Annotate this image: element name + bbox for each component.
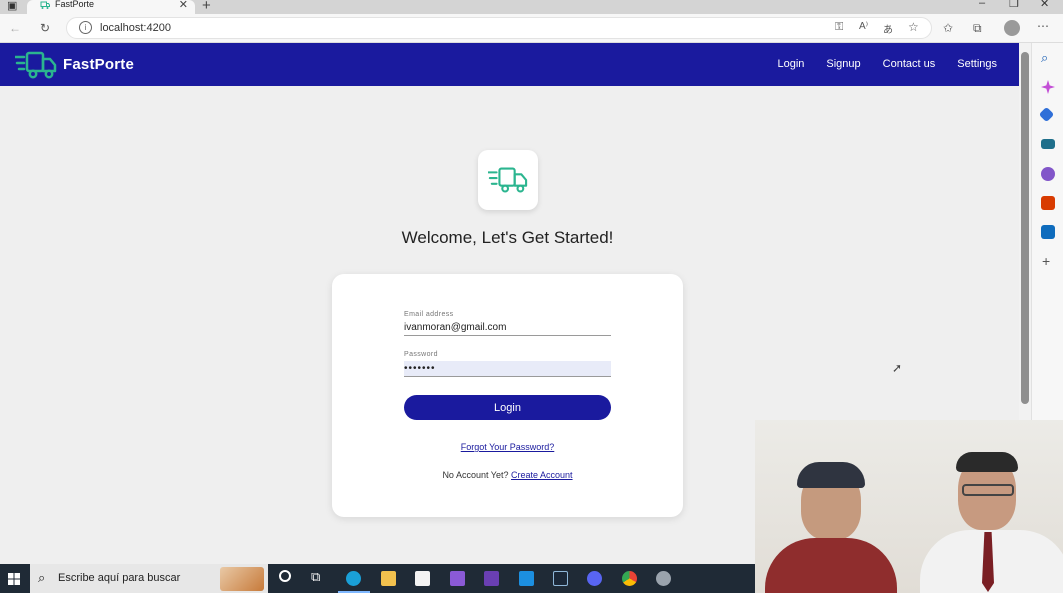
- search-icon[interactable]: ⌕: [1041, 50, 1048, 66]
- shopping-tag-icon[interactable]: [1038, 106, 1055, 123]
- nav-settings-link[interactable]: Settings: [957, 58, 997, 70]
- games-icon[interactable]: [1041, 167, 1055, 181]
- welcome-heading: Welcome, Let's Get Started!: [401, 228, 614, 247]
- browser-tab[interactable]: FastPorte ✕: [27, 0, 195, 14]
- mouse-cursor-icon: ➚: [892, 361, 903, 375]
- brand-name[interactable]: FastPorte: [63, 56, 134, 73]
- truck-favicon-icon: [38, 1, 50, 12]
- taskbar-search[interactable]: ⌕ Escribe aquí para buscar: [30, 564, 268, 593]
- tools-icon[interactable]: [1041, 139, 1055, 149]
- webcam-overlay: [755, 420, 1063, 593]
- back-icon[interactable]: ←: [9, 21, 21, 35]
- close-tab-icon[interactable]: ✕: [179, 0, 188, 11]
- create-account-link[interactable]: Create Account: [511, 470, 573, 480]
- no-account-row: No Account Yet? Create Account: [332, 470, 683, 480]
- truck-logo-icon[interactable]: [13, 50, 57, 85]
- site-info-icon[interactable]: i: [79, 21, 92, 34]
- url-text[interactable]: localhost:4200: [100, 22, 171, 34]
- address-toolbar: ← ↻ i localhost:4200 ⚿ A⁾ あ ☆ ✩ ⧉ ⋯: [0, 14, 1063, 43]
- cortana-icon[interactable]: [279, 570, 291, 582]
- search-icon: ⌕: [38, 570, 46, 585]
- login-card: Email address Password Login Forgot Your…: [332, 274, 683, 517]
- store-icon[interactable]: [415, 571, 430, 586]
- password-field[interactable]: [404, 361, 611, 377]
- truck-hero-icon: [486, 164, 528, 201]
- visual-studio-icon[interactable]: [450, 571, 465, 586]
- refresh-icon[interactable]: ↻: [40, 21, 50, 35]
- taskbar-search-placeholder: Escribe aquí para buscar: [58, 572, 181, 584]
- nav-signup-link[interactable]: Signup: [826, 58, 860, 70]
- edge-taskbar-icon[interactable]: [346, 571, 361, 586]
- nav-login-link[interactable]: Login: [777, 58, 804, 70]
- email-label: Email address: [404, 311, 454, 318]
- key-icon[interactable]: ⚿: [835, 21, 843, 34]
- visual-studio-2-icon[interactable]: [484, 571, 499, 586]
- discord-icon[interactable]: [587, 571, 602, 586]
- password-label: Password: [404, 351, 438, 358]
- task-view-icon[interactable]: ⧉: [311, 569, 320, 585]
- windows-start-icon[interactable]: [8, 572, 20, 590]
- nav-links: Login Signup Contact us Settings: [755, 58, 997, 70]
- translate-icon[interactable]: あ: [883, 21, 893, 36]
- favorite-star-icon[interactable]: ☆: [908, 20, 919, 34]
- forgot-password-link[interactable]: Forgot Your Password?: [332, 442, 683, 452]
- add-sidebar-app-icon[interactable]: +: [1042, 253, 1050, 269]
- search-highlight-image: [220, 567, 264, 591]
- profile-avatar[interactable]: [1004, 20, 1020, 36]
- collections-icon[interactable]: ⧉: [973, 21, 982, 36]
- obs-icon[interactable]: [656, 571, 671, 586]
- windows-taskbar: ⌕ Escribe aquí para buscar ⧉: [0, 564, 755, 593]
- office-icon[interactable]: [1041, 196, 1055, 210]
- vscode-icon[interactable]: [519, 571, 534, 586]
- outlook-icon[interactable]: [1041, 225, 1055, 239]
- favorites-icon[interactable]: ✩: [943, 21, 953, 35]
- file-explorer-icon[interactable]: [381, 571, 396, 586]
- webcam-person-right: [920, 450, 1063, 593]
- restore-icon[interactable]: ❐: [1009, 0, 1019, 10]
- login-button[interactable]: Login: [404, 395, 611, 420]
- no-account-text: No Account Yet?: [442, 470, 509, 480]
- steam-icon[interactable]: [553, 571, 568, 586]
- close-window-icon[interactable]: ✕: [1040, 0, 1049, 10]
- workspaces-icon[interactable]: ▣: [7, 0, 17, 12]
- browser-tab-bar: ▣ FastPorte ✕ + – ❐ ✕: [0, 0, 1063, 14]
- read-aloud-icon[interactable]: A⁾: [859, 21, 868, 32]
- nav-contact-link[interactable]: Contact us: [883, 58, 936, 70]
- chrome-icon[interactable]: [622, 571, 637, 586]
- webcam-person-left: [765, 458, 897, 593]
- scrollbar-thumb[interactable]: [1021, 52, 1029, 404]
- hero-logo-card: [478, 150, 538, 210]
- copilot-icon[interactable]: [1041, 80, 1055, 94]
- address-bar[interactable]: i localhost:4200 ⚿ A⁾ あ ☆: [66, 17, 932, 39]
- email-field[interactable]: [404, 320, 611, 336]
- minimize-icon[interactable]: –: [979, 0, 985, 9]
- tab-title: FastPorte: [55, 0, 95, 9]
- top-navbar: FastPorte Login Signup Contact us Settin…: [0, 43, 1019, 86]
- new-tab-icon[interactable]: +: [202, 0, 211, 14]
- more-menu-icon[interactable]: ⋯: [1037, 19, 1049, 33]
